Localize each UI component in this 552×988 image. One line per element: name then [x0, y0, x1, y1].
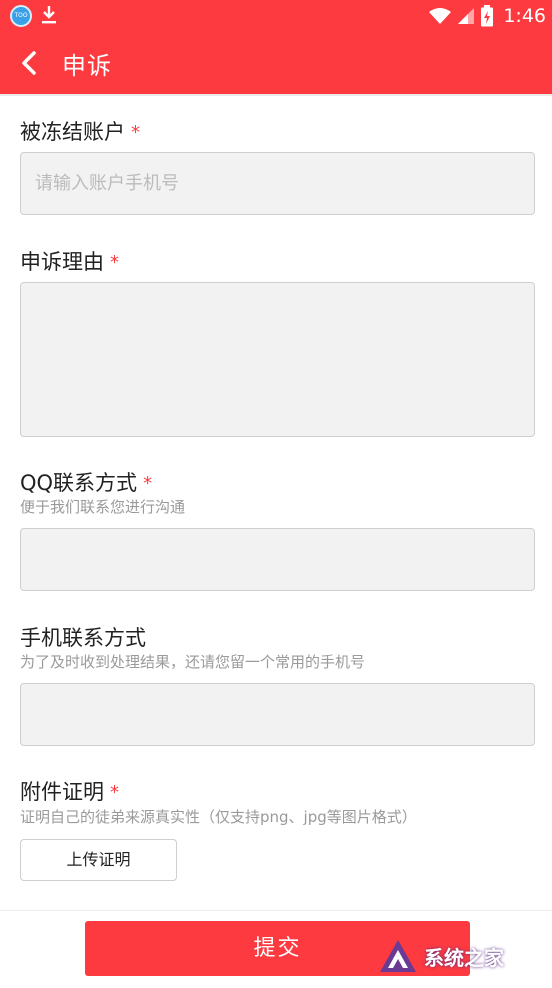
- reason-label: 申诉理由 *: [20, 246, 119, 276]
- phone-label-text: 手机联系方式: [20, 626, 146, 650]
- page-title: 申诉: [62, 52, 112, 80]
- required-marker: *: [131, 122, 140, 143]
- qq-input[interactable]: [20, 528, 535, 591]
- signal-icon: [458, 8, 475, 24]
- account-label: 被冻结账户 *: [20, 116, 140, 146]
- upload-proof-button[interactable]: 上传证明: [20, 839, 177, 881]
- phone-hint: 为了及时收到处理结果，还请您留一个常用的手机号: [20, 653, 366, 671]
- app-bar: 申诉: [0, 32, 552, 94]
- required-marker: *: [143, 473, 153, 494]
- app-notification-icon: TOO: [10, 5, 32, 27]
- back-arrow-icon[interactable]: [16, 49, 44, 77]
- footer-divider: [0, 910, 552, 911]
- attachment-label-text: 附件证明: [20, 780, 104, 804]
- wifi-icon: [429, 8, 452, 24]
- phone-label: 手机联系方式: [20, 622, 146, 652]
- status-bar: TOO 1:46: [0, 0, 552, 32]
- qq-label-text: QQ联系方式: [20, 471, 138, 495]
- divider: [0, 94, 552, 96]
- watermark-logo: [380, 940, 416, 972]
- download-icon: [42, 6, 56, 24]
- status-time: 1:46: [503, 5, 546, 27]
- account-phone-input[interactable]: [20, 152, 535, 215]
- attachment-label: 附件证明 *: [20, 776, 119, 806]
- battery-icon: [481, 5, 494, 27]
- account-label-text: 被冻结账户: [20, 120, 125, 144]
- attachment-hint: 证明自己的徒弟来源真实性（仅支持png、jpg等图片格式）: [20, 808, 417, 826]
- required-marker: *: [110, 252, 119, 273]
- required-marker: *: [110, 782, 119, 803]
- reason-label-text: 申诉理由: [20, 250, 104, 274]
- reason-textarea[interactable]: [20, 282, 535, 437]
- qq-label: QQ联系方式 *: [20, 467, 152, 497]
- watermark: 系统之家: [378, 928, 548, 984]
- phone-input[interactable]: [20, 683, 535, 746]
- watermark-text: 系统之家: [424, 945, 504, 970]
- qq-hint: 便于我们联系您进行沟通: [20, 498, 186, 516]
